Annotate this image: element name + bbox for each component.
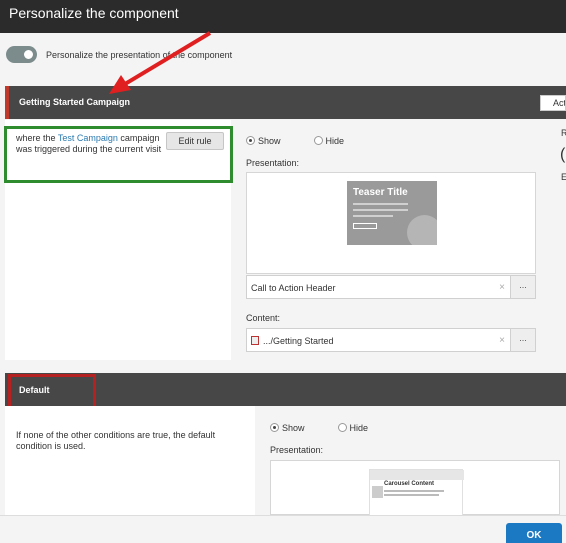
teaser-text-line [353, 203, 408, 205]
hide-label: Hide [349, 422, 369, 433]
condition-name: Getting Started Campaign [19, 97, 131, 107]
teaser-text-line [353, 215, 393, 217]
teaser-image [407, 215, 437, 245]
hide-radio[interactable] [337, 423, 347, 433]
dialog-titlebar: Personalize the component [0, 0, 566, 33]
presentation-label: Presentation: [270, 445, 324, 455]
teaser-title: Teaser Title [353, 187, 408, 198]
teaser-button-mock [353, 223, 377, 229]
presentation-label: Presentation: [246, 158, 300, 168]
teaser-thumbnail: Teaser Title [347, 181, 437, 245]
cutoff-glyph: E [561, 172, 566, 182]
show-hide-group: Show Hide [246, 135, 344, 146]
hide-label: Hide [325, 135, 345, 146]
hide-radio[interactable] [313, 136, 323, 146]
carousel-text-line [384, 494, 439, 496]
dialog-title: Personalize the component [9, 5, 179, 21]
rule-pane [5, 406, 255, 515]
actions-button[interactable]: Actions [540, 95, 566, 111]
cutoff-glyph: ( [560, 146, 566, 163]
cutoff-glyph: R [561, 128, 566, 138]
browse-presentation-button[interactable]: ... [510, 276, 535, 298]
ok-button[interactable]: OK [506, 523, 562, 543]
browse-content-button[interactable]: ... [510, 329, 535, 351]
show-hide-group: Show Hide [270, 422, 368, 433]
presentation-value: Call to Action Header [251, 283, 336, 293]
clear-icon[interactable]: × [499, 335, 505, 346]
header-accent [5, 86, 9, 119]
carousel-title: Carousel Content [384, 481, 435, 487]
rule-description: where the Test Campaign campaign was tri… [16, 133, 166, 155]
default-rule-description: If none of the other conditions are true… [16, 430, 216, 451]
carousel-person-image [372, 486, 383, 498]
campaign-link[interactable]: Test Campaign [58, 133, 118, 143]
toggle-knob [22, 48, 35, 61]
personalize-toggle-row: Personalize the presentation of the comp… [0, 33, 566, 77]
carousel-band [370, 470, 464, 480]
annotation-arrow [109, 31, 212, 94]
personalize-toggle[interactable] [6, 46, 37, 63]
content-field[interactable]: .../Getting Started × ... [246, 328, 536, 352]
presentation-preview: Teaser Title [246, 172, 536, 274]
content-label: Content: [246, 313, 281, 323]
carousel-text-line [384, 490, 444, 492]
show-label: Show [258, 135, 281, 146]
show-radio[interactable] [270, 423, 279, 433]
presentation-field[interactable]: Call to Action Header × ... [246, 275, 536, 299]
rule-text-start: where the [16, 133, 56, 143]
content-item-icon [251, 336, 259, 345]
edit-rule-button[interactable]: Edit rule [166, 132, 224, 150]
carousel-thumbnail: Carousel Content [369, 469, 464, 516]
show-radio[interactable] [246, 136, 255, 146]
clear-icon[interactable]: × [499, 282, 505, 293]
presentation-preview: Carousel Content [270, 460, 560, 516]
content-value: .../Getting Started [263, 336, 334, 346]
show-label: Show [282, 422, 305, 433]
teaser-text-line [353, 209, 408, 211]
dialog-footer: OK [0, 515, 566, 543]
condition-header-getting-started[interactable]: Getting Started Campaign Actions [5, 86, 566, 119]
